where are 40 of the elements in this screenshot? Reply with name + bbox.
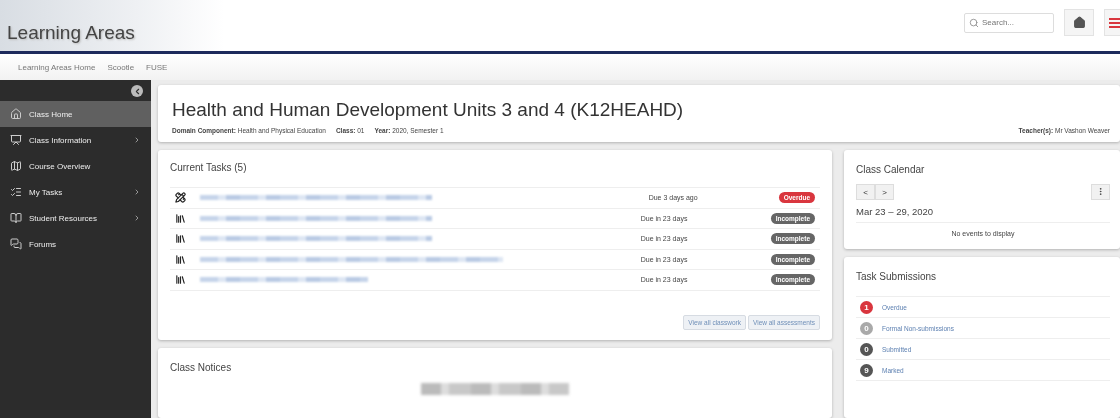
- map-icon: [10, 160, 22, 172]
- sidebar-item[interactable]: Class Home: [0, 101, 151, 127]
- site-title: Learning Areas: [7, 21, 135, 44]
- chat-icon: [10, 238, 22, 250]
- card-title: Class Calendar: [856, 164, 926, 175]
- course-title: Health and Human Development Units 3 and 4 (K12HEAHD): [172, 99, 685, 121]
- sidebar-item[interactable]: Student Resources: [0, 205, 151, 231]
- nav-link[interactable]: Scootle: [107, 62, 135, 72]
- books-icon: [175, 212, 186, 224]
- nav-link[interactable]: FUSE: [146, 62, 168, 72]
- house-icon: [10, 108, 22, 120]
- date-range: Mar 23 – 29, 2020: [856, 206, 1110, 223]
- sidebar-item[interactable]: Class Information: [0, 127, 151, 153]
- checklist-icon: [10, 186, 22, 198]
- sidebar-item[interactable]: Course Overview: [0, 153, 151, 179]
- books-icon: [175, 274, 186, 286]
- menu-button[interactable]: [1104, 9, 1120, 36]
- presentation-icon: [10, 134, 22, 146]
- count-badge: 0: [860, 321, 873, 335]
- count-badge: 0: [860, 342, 873, 356]
- count-badge: 9: [860, 363, 873, 377]
- next-button[interactable]: >: [875, 184, 894, 200]
- card-title: Current Tasks (5): [170, 162, 248, 173]
- card-title: Class Notices: [170, 361, 232, 373]
- book-icon: [10, 212, 22, 224]
- card-title: Task Submissions: [856, 271, 938, 282]
- books-icon: [175, 233, 186, 245]
- home-button[interactable]: [1064, 9, 1094, 36]
- home-icon: [1072, 16, 1086, 29]
- sidebar-item[interactable]: Forums: [0, 231, 151, 257]
- pencil-ruler-icon: [175, 192, 186, 204]
- nav-link[interactable]: Learning Areas Home: [18, 62, 96, 72]
- search-icon: [969, 17, 979, 28]
- count-badge: 1: [860, 300, 873, 314]
- search-field[interactable]: Search...: [964, 12, 1054, 33]
- books-icon: [175, 253, 186, 265]
- previous-button[interactable]: <: [856, 184, 875, 200]
- sidebar-item[interactable]: My Tasks: [0, 179, 151, 205]
- collapse-button[interactable]: [131, 85, 143, 97]
- more-icon: [1096, 186, 1105, 196]
